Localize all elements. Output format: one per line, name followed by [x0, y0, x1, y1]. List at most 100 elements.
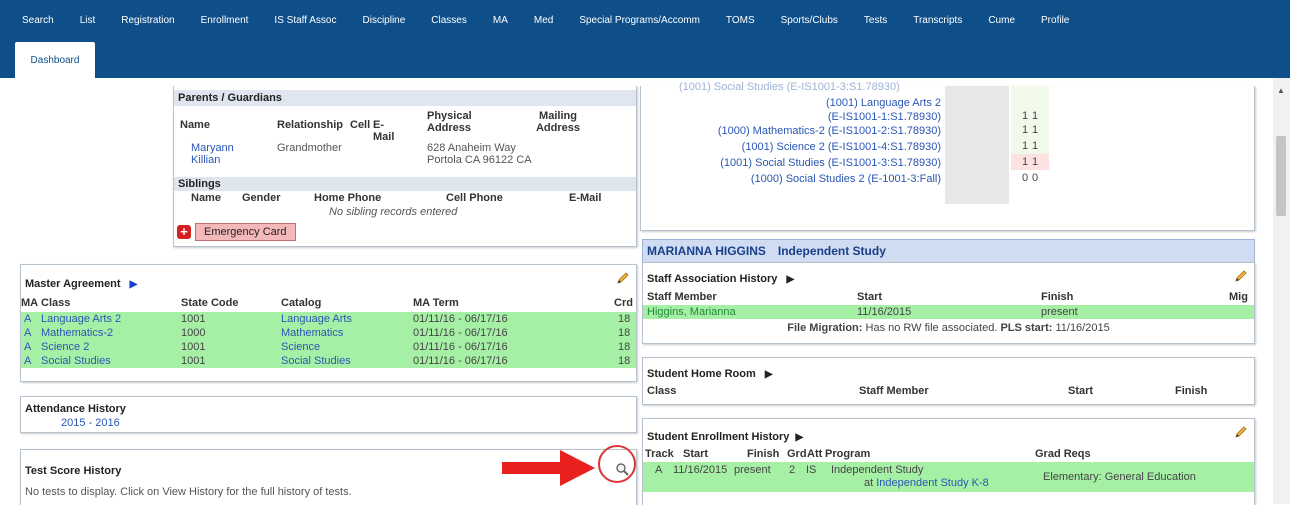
- nav-item-sports-clubs[interactable]: Sports/Clubs: [768, 15, 851, 26]
- school-link[interactable]: Independent Study K-8: [876, 477, 989, 489]
- sib-col-name: Name: [191, 192, 221, 204]
- addr-line2: Portola CA 96122 CA: [427, 154, 532, 166]
- nav-item-profile[interactable]: Profile: [1028, 15, 1082, 26]
- sib-col-gender: Gender: [242, 192, 281, 204]
- tab-dashboard[interactable]: Dashboard: [15, 42, 95, 78]
- ma-col-class: Class: [41, 297, 71, 309]
- nav-item-med[interactable]: Med: [521, 15, 566, 26]
- ma-cell-code: 1001: [181, 313, 206, 325]
- attendance-count: 0: [1022, 172, 1029, 184]
- parents-panel: Parents / Guardians Name Relationship Ce…: [173, 86, 637, 247]
- nav-item-special-programs-accomm[interactable]: Special Programs/Accomm: [566, 15, 713, 26]
- ma-cell-code: 1000: [181, 327, 206, 339]
- ma-cell-class[interactable]: Science 2: [41, 341, 89, 353]
- nav-item-list[interactable]: List: [67, 15, 109, 26]
- file-migration-line: File Migration: Has no RW file associate…: [643, 322, 1254, 334]
- nav-item-search[interactable]: Search: [0, 15, 67, 26]
- emergency-card-button[interactable]: + Emergency Card: [177, 223, 296, 241]
- hr-col-class: Class: [647, 385, 677, 397]
- sib-col-email: E-Mail: [569, 192, 602, 204]
- ma-cell-term: 01/11/16 - 06/17/16: [413, 355, 508, 367]
- expand-icon[interactable]: ▶: [786, 274, 794, 285]
- guardian-name-link[interactable]: Maryann Killian: [191, 142, 251, 166]
- class-attendance-row: (1001) Language Arts 2 (E-IS1001-1:S1.789…: [641, 96, 1061, 124]
- class-link[interactable]: (1001) Social Studies (E-IS1001-3:S1.789…: [720, 156, 941, 170]
- class-attendance-row: (1000) Social Studies 2 (E-1001-3:Fall) 0…: [641, 172, 1061, 200]
- nav-item-enrollment[interactable]: Enrollment: [188, 15, 262, 26]
- nav-item-discipline[interactable]: Discipline: [350, 15, 419, 26]
- class-label: (1000) Mathematics-2 (E-IS1001-2:S1.7893…: [717, 125, 941, 137]
- addr-line1: 628 Anaheim Way: [427, 142, 516, 154]
- class-label: (1001) Social Studies (E-IS1001-3:S1.789…: [720, 157, 941, 169]
- en-col-program: Program: [825, 448, 871, 460]
- en-program: Independent Study: [831, 464, 924, 476]
- attendance-count: 1: [1032, 110, 1039, 122]
- class-link[interactable]: (1001) Science 2 (E-IS1001-4:S1.78930): [742, 140, 941, 154]
- staff-row: Higgins, Marianna 11/16/2015 present: [643, 305, 1254, 319]
- master-agreement-row: A Science 2 1001 Science 01/11/16 - 06/17/16…: [21, 340, 636, 354]
- class-link[interactable]: (1000) Social Studies 2 (E-1001-3:Fall): [751, 172, 941, 186]
- en-grd: 2: [789, 464, 796, 476]
- edit-pencil-icon[interactable]: [616, 271, 630, 285]
- pls-value: 11/16/2015: [1055, 322, 1110, 334]
- ma-cell-catalog[interactable]: Social Studies: [281, 355, 351, 367]
- ma-cell-ma: A: [24, 313, 32, 325]
- expand-icon[interactable]: ▶: [765, 369, 773, 380]
- ma-cell-code: 1001: [181, 355, 206, 367]
- class-row-cut[interactable]: (1001) Social Studies (E-IS1001-3:S1.789…: [679, 81, 900, 93]
- ma-col-term: MA Term: [413, 297, 459, 309]
- migration-label: File Migration:: [787, 322, 863, 334]
- nav-item-is-staff-assoc[interactable]: IS Staff Assoc: [261, 15, 349, 26]
- edit-pencil-icon[interactable]: [1234, 425, 1248, 439]
- sib-col-cell: Cell Phone: [446, 192, 503, 204]
- edit-pencil-icon[interactable]: [1234, 269, 1248, 283]
- hr-col-member: Staff Member: [859, 385, 929, 397]
- attendance-year-link[interactable]: 2015 - 2016: [61, 417, 120, 429]
- class-link[interactable]: (1000) Mathematics-2 (E-IS1001-2:S1.7893…: [718, 124, 941, 138]
- ma-cell-class[interactable]: Social Studies: [41, 355, 111, 367]
- nav-item-toms[interactable]: TOMS: [713, 15, 768, 26]
- staff-assoc-title-text: Staff Association History: [647, 273, 778, 285]
- en-col-att: Att: [807, 448, 823, 460]
- nav-item-cume[interactable]: Cume: [975, 15, 1028, 26]
- ma-cell-ma: A: [24, 327, 32, 339]
- col-name: Name: [180, 119, 210, 131]
- nav-item-ma[interactable]: MA: [480, 15, 521, 26]
- expand-icon[interactable]: ▶: [130, 279, 138, 290]
- ma-cell-class[interactable]: Mathematics-2: [41, 327, 113, 339]
- master-agreement-row: A Language Arts 2 1001 Language Arts 01/11/1…: [21, 312, 636, 326]
- sib-col-home: Home Phone: [314, 192, 382, 204]
- nav-item-transcripts[interactable]: Transcripts: [900, 15, 975, 26]
- nav-item-registration[interactable]: Registration: [108, 15, 187, 26]
- class-link[interactable]: (1001) Language Arts 2 (E-IS1001-1:S1.789…: [826, 96, 941, 124]
- attendance-history-panel: Attendance History 2015 - 2016: [20, 396, 637, 433]
- student-banner: MARIANNA HIGGINS Independent Study: [642, 239, 1255, 263]
- en-reqs: Elementary: General Education: [1043, 471, 1196, 483]
- scrollbar-thumb[interactable]: [1276, 136, 1286, 216]
- hr-col-finish: Finish: [1175, 385, 1208, 397]
- no-siblings-text: No sibling records entered: [329, 206, 458, 218]
- nav-item-classes[interactable]: Classes: [418, 15, 480, 26]
- hr-col-start: Start: [1068, 385, 1094, 397]
- ma-cell-class[interactable]: Language Arts 2: [41, 313, 121, 325]
- enrollment-title: Student Enrollment History ▶: [647, 431, 803, 443]
- expand-icon[interactable]: ▶: [795, 432, 803, 443]
- en-program-site: at Independent Study K-8: [864, 477, 989, 489]
- annotation-circle: [598, 445, 636, 483]
- guardian-last: Killian: [191, 154, 221, 166]
- staff-member-link[interactable]: Higgins, Marianna: [647, 306, 736, 318]
- en-start: 11/16/2015: [673, 464, 728, 476]
- col-email: E-Mail: [373, 119, 395, 143]
- annotation-arrow: [500, 446, 600, 490]
- ma-cell-catalog[interactable]: Language Arts: [281, 313, 352, 325]
- staff-assoc-title: Staff Association History ▶: [647, 273, 794, 285]
- ma-cell-catalog[interactable]: Mathematics: [281, 327, 343, 339]
- test-score-title: Test Score History: [25, 465, 122, 477]
- en-finish: present: [734, 464, 771, 476]
- ma-cell-catalog[interactable]: Science: [281, 341, 320, 353]
- scroll-up-icon[interactable]: ▲: [1277, 86, 1285, 95]
- page-scrollbar[interactable]: ▲: [1273, 78, 1290, 504]
- en-col-reqs: Grad Reqs: [1035, 448, 1091, 460]
- nav-item-tests[interactable]: Tests: [851, 15, 900, 26]
- class-label: (1000) Social Studies 2 (E-1001-3:Fall): [750, 173, 941, 185]
